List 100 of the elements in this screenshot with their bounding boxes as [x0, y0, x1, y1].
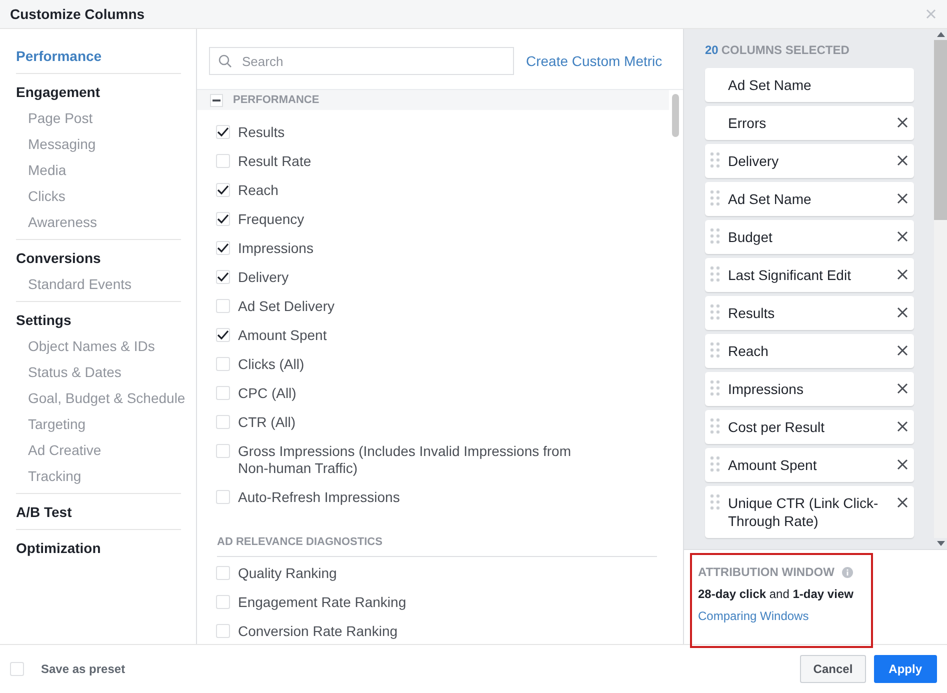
scroll-up-icon[interactable]	[936, 32, 944, 37]
column-name: Ad Set Name	[728, 190, 812, 208]
comparing-windows-link[interactable]: Comparing Windows	[698, 609, 865, 623]
sidebar-category[interactable]: Settings	[16, 311, 72, 329]
section-title: AD RELEVANCE DIAGNOSTICS	[217, 536, 382, 548]
column-name: Amount Spent	[728, 456, 818, 474]
drag-handle-icon[interactable]	[710, 152, 720, 168]
checkbox[interactable]	[216, 624, 230, 638]
save-preset-label: Save as preset	[41, 662, 126, 676]
cancel-button[interactable]: Cancel	[800, 655, 866, 683]
sidebar-category[interactable]: Performance	[16, 47, 102, 65]
remove-icon[interactable]	[897, 497, 908, 508]
checkbox[interactable]	[216, 357, 230, 371]
scrollbar-thumb[interactable]	[672, 94, 679, 137]
remove-icon[interactable]	[897, 269, 908, 280]
remove-icon[interactable]	[897, 383, 908, 394]
remove-icon[interactable]	[897, 459, 908, 470]
column-card[interactable]: Ad Set Name	[705, 182, 914, 216]
remove-icon[interactable]	[897, 421, 908, 432]
apply-button[interactable]: Apply	[874, 655, 937, 683]
checkbox[interactable]	[216, 154, 230, 168]
metric-label: CTR (All)	[238, 414, 296, 431]
drag-handle-icon[interactable]	[710, 380, 720, 396]
metric-label: Impressions	[238, 240, 314, 257]
checkbox[interactable]	[216, 125, 230, 139]
create-metric-link[interactable]: Create Custom Metric	[526, 53, 662, 69]
column-card[interactable]: Reach	[705, 334, 914, 368]
checkbox[interactable]	[216, 212, 230, 226]
column-name: Unique CTR (Link Click-Through Rate)	[728, 494, 880, 530]
drag-handle-icon[interactable]	[710, 304, 720, 320]
close-icon[interactable]	[926, 9, 936, 19]
attribution-title: ATTRIBUTION WINDOW	[698, 565, 834, 579]
column-card[interactable]: Unique CTR (Link Click-Through Rate)	[705, 486, 914, 538]
drag-handle-icon[interactable]	[710, 266, 720, 282]
metric-label: Result Rate	[238, 153, 312, 170]
column-card[interactable]: Cost per Result	[705, 410, 914, 444]
checkbox[interactable]	[216, 386, 230, 400]
remove-icon[interactable]	[897, 345, 908, 356]
metric-label: Gross Impressions (Includes Invalid Impressions from Non-human Traffic)	[238, 443, 572, 477]
checkbox[interactable]	[216, 183, 230, 197]
checkbox[interactable]	[216, 241, 230, 255]
drag-handle-icon[interactable]	[710, 494, 720, 510]
column-name: Delivery	[728, 152, 780, 170]
column-card[interactable]: Results	[705, 296, 914, 330]
scrollbar-thumb[interactable]	[934, 40, 947, 220]
checkbox[interactable]	[216, 595, 230, 609]
checkbox[interactable]	[216, 490, 230, 504]
drag-handle-icon[interactable]	[710, 342, 720, 358]
metric-label: Frequency	[238, 211, 304, 228]
drag-handle-icon[interactable]	[710, 418, 720, 434]
remove-icon[interactable]	[897, 155, 908, 166]
metric-label: Conversion Rate Ranking	[238, 623, 398, 640]
column-name: Budget	[728, 228, 774, 246]
metric-label: CPC (All)	[238, 385, 296, 402]
remove-icon[interactable]	[897, 117, 908, 128]
metric-label: Quality Ranking	[238, 565, 337, 582]
column-card[interactable]: Ad Set Name	[705, 68, 914, 102]
column-name: Last Significant Edit	[728, 266, 852, 284]
selected-label: COLUMNS SELECTED	[721, 43, 850, 57]
checkbox[interactable]	[216, 299, 230, 313]
column-card[interactable]: Impressions	[705, 372, 914, 406]
drag-handle-icon[interactable]	[710, 456, 720, 472]
column-name: Cost per Result	[728, 418, 826, 436]
sidebar-category[interactable]: A/B Test	[16, 503, 72, 521]
checkbox[interactable]	[216, 566, 230, 580]
checkbox[interactable]	[216, 328, 230, 342]
search-field[interactable]: Search	[209, 47, 514, 75]
info-icon[interactable]	[842, 566, 854, 578]
column-card[interactable]: Amount Spent	[705, 448, 914, 482]
metric-label: Delivery	[238, 269, 289, 286]
checkbox[interactable]	[216, 415, 230, 429]
checkbox[interactable]	[216, 444, 230, 458]
column-card[interactable]: Budget	[705, 220, 914, 254]
column-card[interactable]: Delivery	[705, 144, 914, 178]
sidebar-category[interactable]: Optimization	[16, 539, 101, 557]
drag-handle-icon[interactable]	[710, 190, 720, 206]
drag-handle-icon[interactable]	[710, 228, 720, 244]
checkbox[interactable]	[10, 662, 24, 676]
column-name: Reach	[728, 342, 770, 360]
metric-label: Ad Set Delivery	[238, 298, 334, 315]
remove-icon[interactable]	[897, 307, 908, 318]
column-name: Impressions	[728, 380, 804, 398]
column-card[interactable]: Errors	[705, 106, 914, 140]
metric-label: Auto-Refresh Impressions	[238, 489, 400, 506]
checkbox[interactable]	[216, 270, 230, 284]
section-title: PERFORMANCE	[233, 94, 320, 106]
remove-icon[interactable]	[897, 231, 908, 242]
search-icon	[218, 54, 232, 68]
collapse-icon[interactable]	[210, 94, 223, 106]
column-name: Ad Set Name	[728, 76, 812, 94]
sidebar-category[interactable]: Conversions	[16, 249, 101, 267]
column-card[interactable]: Last Significant Edit	[705, 258, 914, 292]
column-name: Results	[728, 304, 776, 322]
metric-label: Results	[238, 124, 285, 141]
scroll-down-icon[interactable]	[936, 541, 944, 546]
metric-label: Engagement Rate Ranking	[238, 594, 406, 611]
sidebar-category[interactable]: Engagement	[16, 83, 100, 101]
remove-icon[interactable]	[897, 193, 908, 204]
metric-label: Clicks (All)	[238, 356, 304, 373]
selected-count: 20	[705, 43, 718, 57]
